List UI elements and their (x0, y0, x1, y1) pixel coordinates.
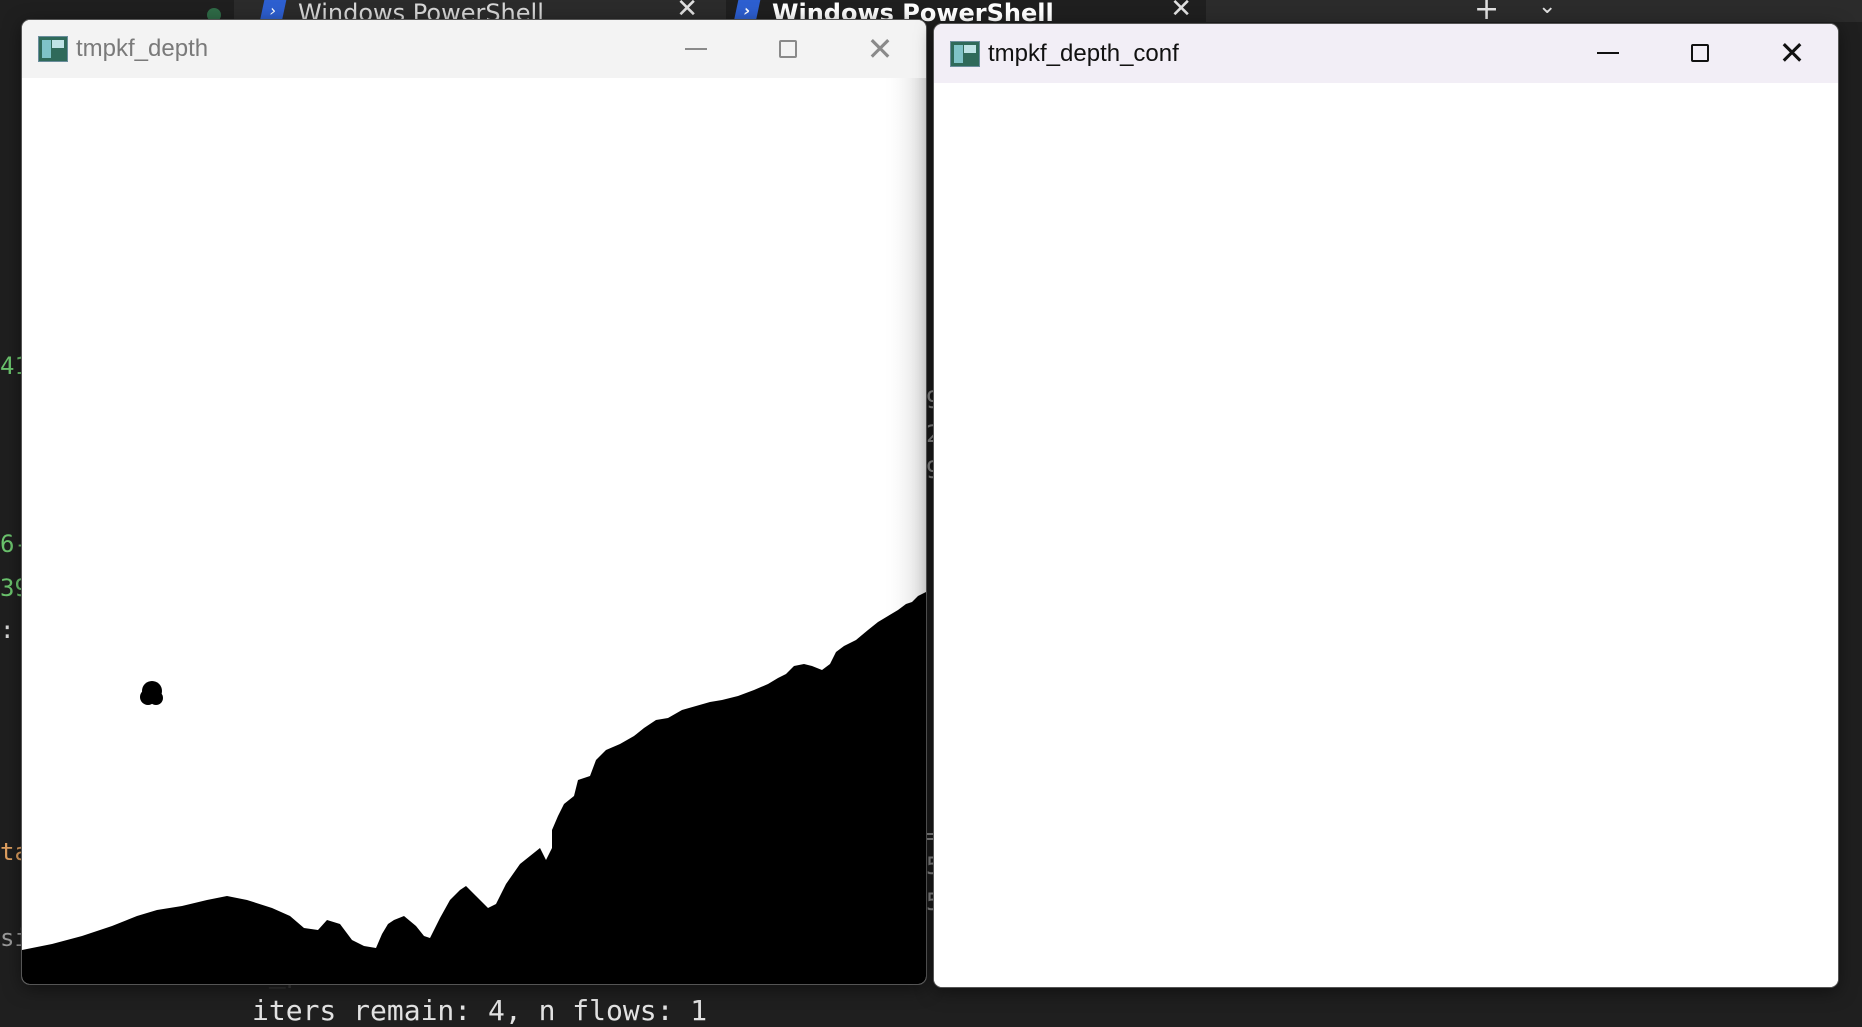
opencv-window-icon (950, 40, 980, 67)
powershell-icon: › (733, 0, 761, 22)
close-icon: ✕ (866, 30, 894, 68)
terminal-tab-label: Windows PowerShell (298, 0, 544, 22)
window-title: tmpkf_depth_conf (988, 39, 1179, 67)
close-button[interactable]: ✕ (1746, 24, 1838, 82)
depth-conf-image-canvas[interactable] (934, 83, 1838, 987)
maximize-button[interactable] (742, 20, 834, 78)
depth-edge-shade (882, 78, 926, 638)
maximize-icon (1691, 44, 1709, 62)
terminal-tab[interactable]: › Windows PowerShell ✕ (252, 0, 712, 22)
powershell-icon: › (259, 0, 287, 22)
terminal-line: iters remain: 4, n flows: 1 (252, 994, 708, 1027)
depth-image-canvas[interactable] (22, 78, 926, 984)
window-title: tmpkf_depth (76, 35, 209, 62)
terminal-tab-active[interactable]: › Windows PowerShell ✕ (726, 0, 1206, 22)
depth-conf-image-window[interactable]: tmpkf_depth_conf ✕ (934, 24, 1838, 987)
new-tab-button[interactable]: + (1474, 0, 1499, 27)
minimize-icon (685, 48, 707, 50)
terminal-tab-bar: › Windows PowerShell ✕ › Windows PowerSh… (234, 0, 1862, 27)
chevron-down-icon[interactable]: ⌄ (1538, 0, 1556, 19)
tab-close-icon[interactable]: ✕ (1170, 0, 1192, 22)
depth-blob (149, 691, 163, 705)
terminal-text-fragment: : (0, 616, 15, 644)
window-title-bar[interactable]: tmpkf_depth_conf ✕ (934, 24, 1838, 83)
minimize-button[interactable] (1562, 24, 1654, 82)
terminal-tab-label: Windows PowerShell (772, 0, 1054, 22)
tab-close-icon[interactable]: ✕ (676, 0, 698, 22)
maximize-icon (779, 40, 797, 58)
window-title-bar[interactable]: tmpkf_depth ✕ (22, 20, 926, 78)
opencv-window-icon (38, 36, 68, 62)
maximize-button[interactable] (1654, 24, 1746, 82)
close-button[interactable]: ✕ (834, 20, 926, 78)
depth-image-window[interactable]: tmpkf_depth ✕ (22, 20, 926, 984)
close-icon: ✕ (1778, 34, 1806, 72)
depth-image (22, 78, 926, 984)
minimize-button[interactable] (650, 20, 742, 78)
minimize-icon (1597, 52, 1619, 54)
